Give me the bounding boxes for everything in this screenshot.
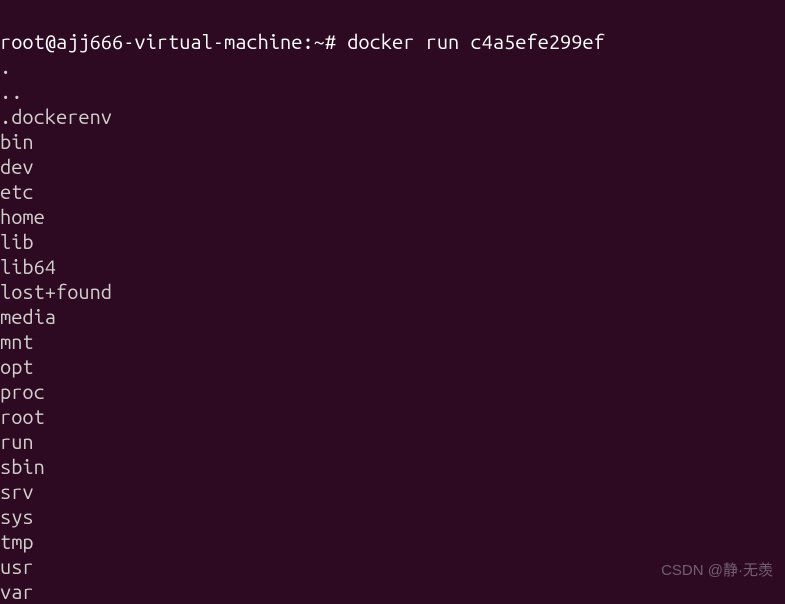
prompt-symbol: # [325,30,347,53]
output-line: lib [0,229,785,254]
output-line: dev [0,154,785,179]
output-line: etc [0,179,785,204]
output-line: sys [0,504,785,529]
output-line: bin [0,129,785,154]
output-line: root [0,404,785,429]
output-line: opt [0,354,785,379]
output-line: media [0,304,785,329]
output-line: usr [0,554,785,579]
output-line: lib64 [0,254,785,279]
output-line: tmp [0,529,785,554]
prompt-user-host: root@ajj666-virtual-machine [0,30,302,53]
output-line: proc [0,379,785,404]
output-line: . [0,54,785,79]
output-line: mnt [0,329,785,354]
prompt-separator: : [302,30,313,53]
output-line: srv [0,479,785,504]
prompt-path: ~ [314,30,325,53]
terminal-output[interactable]: root@ajj666-virtual-machine:~# docker ru… [0,4,785,604]
command-text: docker run c4a5efe299ef [347,30,605,53]
output-line: home [0,204,785,229]
output-line: run [0,429,785,454]
output-line: .. [0,79,785,104]
output-line: var [0,579,785,604]
output-line: .dockerenv [0,104,785,129]
output-line: sbin [0,454,785,479]
output-line: lost+found [0,279,785,304]
